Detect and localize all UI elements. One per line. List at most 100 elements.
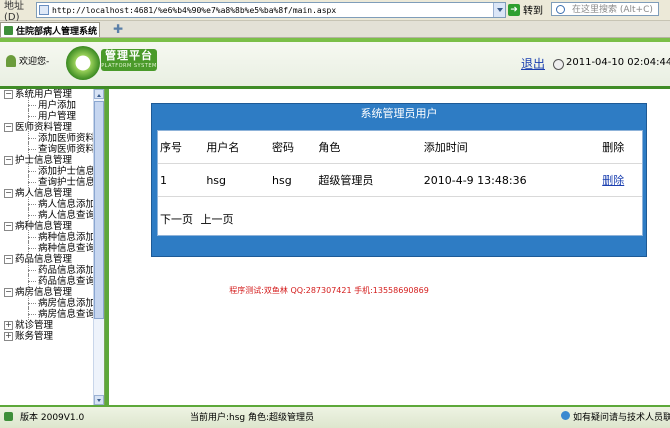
sidebar-item[interactable]: 病种信息查询 [0,241,96,254]
sidebar: − 系统用户管理 用户添加 用户管理 − 医师资料管理 添加医师资料 查询医师资料 − 护士信息管… [0,89,105,405]
chevron-down-icon[interactable] [493,3,505,17]
scroll-thumb[interactable] [94,101,104,319]
tree-line [28,138,36,139]
collapse-icon[interactable]: − [4,123,13,132]
sidebar-group-label: 病种信息管理 [15,221,73,232]
main-content: 系统管理员用户 序号 用户名 密码 角色 添加时间 删除 1 hsg hsg 超… [105,89,670,405]
url-text[interactable]: http://localhost:4681/%e6%b4%90%e7%a8%8b… [52,6,336,15]
cell-role: 超级管理员 [317,163,423,197]
tree-line [28,149,36,150]
sidebar-item[interactable]: 药品信息添加 [0,263,95,276]
column-header: 用户名 [205,131,272,164]
sidebar-scrollbar[interactable] [93,89,104,405]
current-user-text: 当前用户:hsg 角色:超级管理员 [190,413,315,423]
logo-icon [66,46,100,80]
go-button[interactable]: ➜ 转到 [508,2,546,17]
scroll-down-icon[interactable] [94,395,104,405]
datetime: 2011-04-10 02:04:44 PM [566,57,670,68]
sidebar-item[interactable]: 药品信息查询 [0,274,95,287]
tree-line [28,248,36,249]
expand-icon[interactable]: + [4,332,13,341]
tab-page-icon [4,25,13,35]
logout-link[interactable]: 退出 [521,55,545,72]
sidebar-item-label: 病种信息添加 [38,232,96,243]
url-input[interactable]: http://localhost:4681/%e6%b4%90%e7%a8%8b… [36,2,506,18]
panel-title: 系统管理员用户 [360,107,438,120]
sidebar-item[interactable]: 用户管理 [0,109,93,122]
sidebar-item[interactable]: 添加医师资料 [0,131,95,144]
delete-link[interactable]: 删除 [602,174,624,187]
tree-line [28,314,36,315]
sidebar-item[interactable]: 用户添加 [0,98,93,111]
logo-title: 管理平台 [105,49,153,62]
collapse-icon[interactable]: − [4,156,13,165]
column-header: 删除 [601,131,642,164]
collapse-icon[interactable]: − [4,255,13,264]
sidebar-item[interactable]: 病人信息查询 [0,208,96,221]
sidebar-group[interactable]: − 病房信息管理 [0,287,93,298]
logo: 管理平台 PLATFORM SYSTEM [101,49,157,71]
collapse-icon[interactable]: − [4,222,13,231]
sidebar-item[interactable]: 查询医师资料 [0,142,95,155]
column-header: 添加时间 [422,131,602,164]
page-icon [39,5,49,15]
tree-line [28,215,36,216]
pager: 下一页 上一页 [160,211,238,227]
tree-line [28,270,36,271]
sidebar-group[interactable]: − 护士信息管理 [0,155,93,166]
sidebar-item[interactable]: 病房信息添加 [0,296,95,309]
go-label: 转到 [523,6,543,17]
tree-line [28,182,36,183]
new-tab-icon[interactable]: ✚ [112,23,124,35]
sidebar-item-label: 查询护士信息 [38,177,96,188]
sidebar-item[interactable]: 添加护士信息 [0,164,96,177]
status-bar: 版本 2009V1.0 当前用户:hsg 角色:超级管理员 如有疑问请与技术人员… [0,405,670,428]
sidebar-group[interactable]: − 医师资料管理 [0,122,93,133]
sidebar-item[interactable]: 病人信息添加 [0,197,96,210]
user-icon [6,54,16,67]
sidebar-item[interactable]: 病房信息查询 [0,307,96,320]
collapse-icon[interactable]: − [4,288,13,297]
sidebar-item-label: 病种信息查询 [38,243,96,254]
tree-line [28,105,36,106]
tree-line [28,204,36,205]
next-page-link[interactable]: 下一页 [160,213,193,226]
tab-strip: 住院部病人管理系统 ✚ [0,21,670,38]
search-input[interactable]: 在这里搜索 (Alt+C) [551,2,659,16]
credits-text: 程序测试:双鱼林 QQ:287307421 手机:13558690869 [229,286,429,295]
sidebar-item-label: 病人信息添加 [38,199,96,210]
tree-line [28,237,36,238]
welcome: 欢迎您- [6,54,49,67]
panel-body: 序号 用户名 密码 角色 添加时间 删除 1 hsg hsg 超级管理员 201… [157,130,643,236]
collapse-icon[interactable]: − [4,90,13,99]
tab-main[interactable]: 住院部病人管理系统 [0,22,100,37]
help-icon [561,411,570,420]
sidebar-item-label: 添加护士信息 [38,166,96,177]
prev-page-link[interactable]: 上一页 [201,213,234,226]
expand-icon[interactable]: + [4,321,13,330]
sidebar-item-label: 病房信息查询 [38,309,96,320]
header-band [0,38,670,42]
search-icon [556,5,565,14]
sidebar-group[interactable]: − 系统用户管理 [0,89,93,100]
address-label: 地址(D) [4,1,24,23]
sidebar-item-label: 用户管理 [38,111,77,122]
sidebar-group[interactable]: + 就诊管理 [0,320,93,331]
delete-cell: 删除 [601,163,642,197]
sidebar-group-label: 账务管理 [15,331,54,342]
column-header: 角色 [317,131,423,164]
app-header: 欢迎您- 管理平台 PLATFORM SYSTEM 退出 2011-04-10 … [0,38,670,89]
sidebar-group[interactable]: − 病种信息管理 [0,221,93,232]
sidebar-group-label: 医师资料管理 [15,122,73,133]
sidebar-group[interactable]: − 病人信息管理 [0,188,93,199]
search-placeholder: 在这里搜索 (Alt+C) [572,5,653,15]
collapse-icon[interactable]: − [4,189,13,198]
sidebar-group[interactable]: + 账务管理 [0,331,93,342]
scroll-up-icon[interactable] [94,89,104,99]
sidebar-item[interactable]: 查询护士信息 [0,175,96,188]
sidebar-item-label: 病人信息查询 [38,210,96,221]
sidebar-item[interactable]: 病种信息添加 [0,230,96,243]
column-header: 序号 [158,131,206,164]
sidebar-group-label: 病房信息管理 [15,287,73,298]
sidebar-group[interactable]: − 药品信息管理 [0,254,93,265]
